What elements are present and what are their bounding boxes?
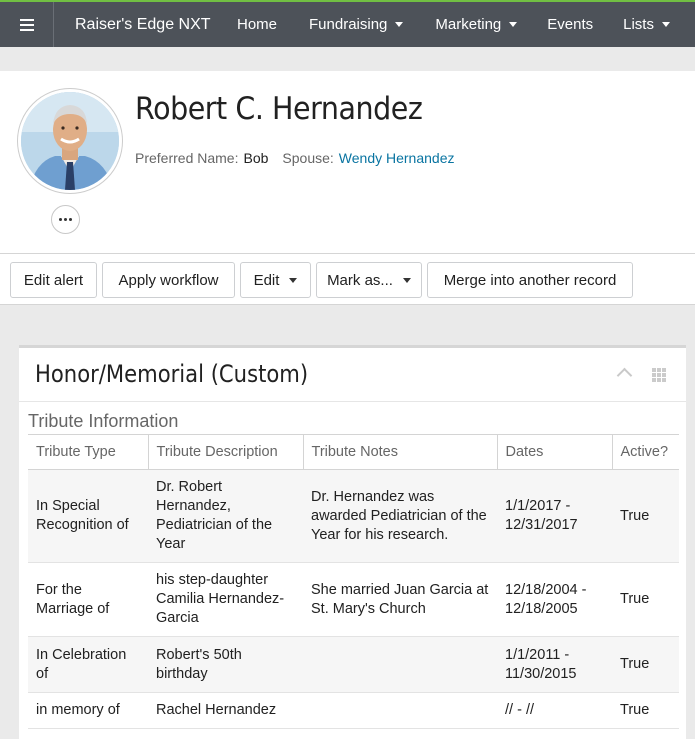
nav-fundraising[interactable]: Fundraising (309, 2, 404, 47)
avatar[interactable] (18, 89, 122, 193)
cell-active: True (612, 469, 679, 563)
column-header-tribute-description[interactable]: Tribute Description (148, 434, 304, 470)
cell-active: True (612, 562, 679, 637)
chevron-down-icon (509, 22, 518, 27)
cell-tribute-type: In Celebration of (28, 636, 148, 693)
record-meta: Preferred Name: Bob Spouse: Wendy Hernandez (135, 150, 454, 166)
column-header-dates[interactable]: Dates (497, 434, 613, 470)
record-name: Robert C. Hernandez (135, 91, 423, 127)
section-title: Tribute Information (28, 411, 179, 431)
edit-alert-label: Edit alert (23, 271, 84, 289)
top-nav-bar: Raiser's Edge NXT Home Fundraising Marke… (0, 0, 695, 47)
cell-tribute-type: For the Marriage of (28, 562, 148, 637)
column-header-tribute-notes[interactable]: Tribute Notes (303, 434, 498, 470)
preferred-name-value: Bob (243, 150, 269, 166)
chevron-down-icon (289, 277, 298, 283)
cell-tribute-description: his step-daughter Camilia Hernandez-Garc… (148, 562, 303, 637)
nav-marketing[interactable]: Marketing (435, 2, 518, 47)
mark-as-dropdown-button[interactable]: Mark as... (316, 262, 422, 298)
apply-workflow-button[interactable]: Apply workflow (102, 262, 235, 298)
tribute-table: Tribute Type Tribute Description Tribute… (28, 434, 679, 729)
edit-dropdown-button[interactable]: Edit (240, 262, 311, 298)
cell-tribute-notes (303, 636, 497, 693)
spouse-label: Spouse: (282, 150, 334, 166)
nav-events-label: Events (547, 16, 594, 33)
cell-dates: 1/1/2017 - 12/31/2017 (497, 469, 612, 563)
ellipsis-icon[interactable] (51, 205, 80, 234)
edit-label: Edit (253, 271, 280, 289)
chevron-down-icon (661, 22, 670, 27)
mark-as-label: Mark as... (327, 271, 393, 289)
nav-lists[interactable]: Lists (623, 2, 670, 47)
cell-tribute-description: Rachel Hernandez (148, 692, 303, 729)
nav-events[interactable]: Events (547, 2, 593, 47)
page-spacer (0, 47, 695, 71)
chevron-down-icon (395, 22, 404, 27)
apply-workflow-label: Apply workflow (118, 271, 219, 289)
product-brand[interactable]: Raiser's Edge NXT (75, 16, 219, 34)
cell-tribute-notes: She married Juan Garcia at St. Mary's Ch… (303, 562, 497, 637)
cell-tribute-description: Dr. Robert Hernandez, Pediatrician of th… (148, 469, 303, 563)
action-toolbar: Edit alert Apply workflow Edit Mark as..… (0, 254, 695, 305)
chevron-down-icon (402, 277, 411, 283)
cell-tribute-type: in memory of (28, 692, 148, 729)
cell-dates: // - // (497, 692, 612, 729)
preferred-name-label: Preferred Name: (135, 150, 239, 166)
nav-lists-label: Lists (623, 16, 654, 33)
cell-tribute-description: Robert's 50th birthday (148, 636, 303, 693)
spouse-link[interactable]: Wendy Hernandez (339, 150, 455, 166)
tile-title: Honor/Memorial (Custom) (35, 360, 309, 388)
cell-dates: 1/1/2011 - 11/30/2015 (497, 636, 612, 693)
divider (19, 401, 686, 402)
nav-home[interactable]: Home (237, 2, 277, 47)
table-row[interactable]: For the Marriage of his step-daughter Ca… (28, 562, 679, 637)
cell-dates: 12/18/2004 - 12/18/2005 (497, 562, 612, 637)
nav-home-label: Home (237, 16, 278, 33)
column-header-active[interactable]: Active? (612, 434, 679, 470)
chevron-up-icon[interactable] (616, 367, 633, 384)
table-header-row: Tribute Type Tribute Description Tribute… (28, 434, 679, 470)
grid-icon[interactable] (652, 368, 666, 382)
nav-fundraising-label: Fundraising (309, 16, 388, 33)
merge-record-button[interactable]: Merge into another record (427, 262, 633, 298)
record-header: Robert C. Hernandez Preferred Name: Bob Sp… (0, 71, 695, 254)
honor-memorial-tile: Honor/Memorial (Custom) Tribute Informat… (19, 345, 686, 739)
nav-marketing-label: Marketing (435, 16, 502, 33)
merge-label: Merge into another record (443, 271, 617, 289)
cell-tribute-notes: Dr. Hernandez was awarded Pediatrician o… (303, 469, 497, 563)
cell-tribute-notes (303, 692, 497, 729)
table-row[interactable]: In Special Recognition of Dr. Robert Her… (28, 469, 679, 563)
profile-photo (21, 92, 119, 190)
cell-active: True (612, 636, 679, 693)
edit-alert-button[interactable]: Edit alert (10, 262, 97, 298)
cell-tribute-type: In Special Recognition of (28, 469, 148, 563)
hamburger-menu-icon[interactable] (0, 2, 54, 47)
column-header-tribute-type[interactable]: Tribute Type (28, 434, 149, 470)
cell-active: True (612, 692, 679, 729)
table-row[interactable]: In Celebration of Robert's 50th birthday… (28, 636, 679, 693)
table-row[interactable]: in memory of Rachel Hernandez // - // Tr… (28, 692, 679, 729)
